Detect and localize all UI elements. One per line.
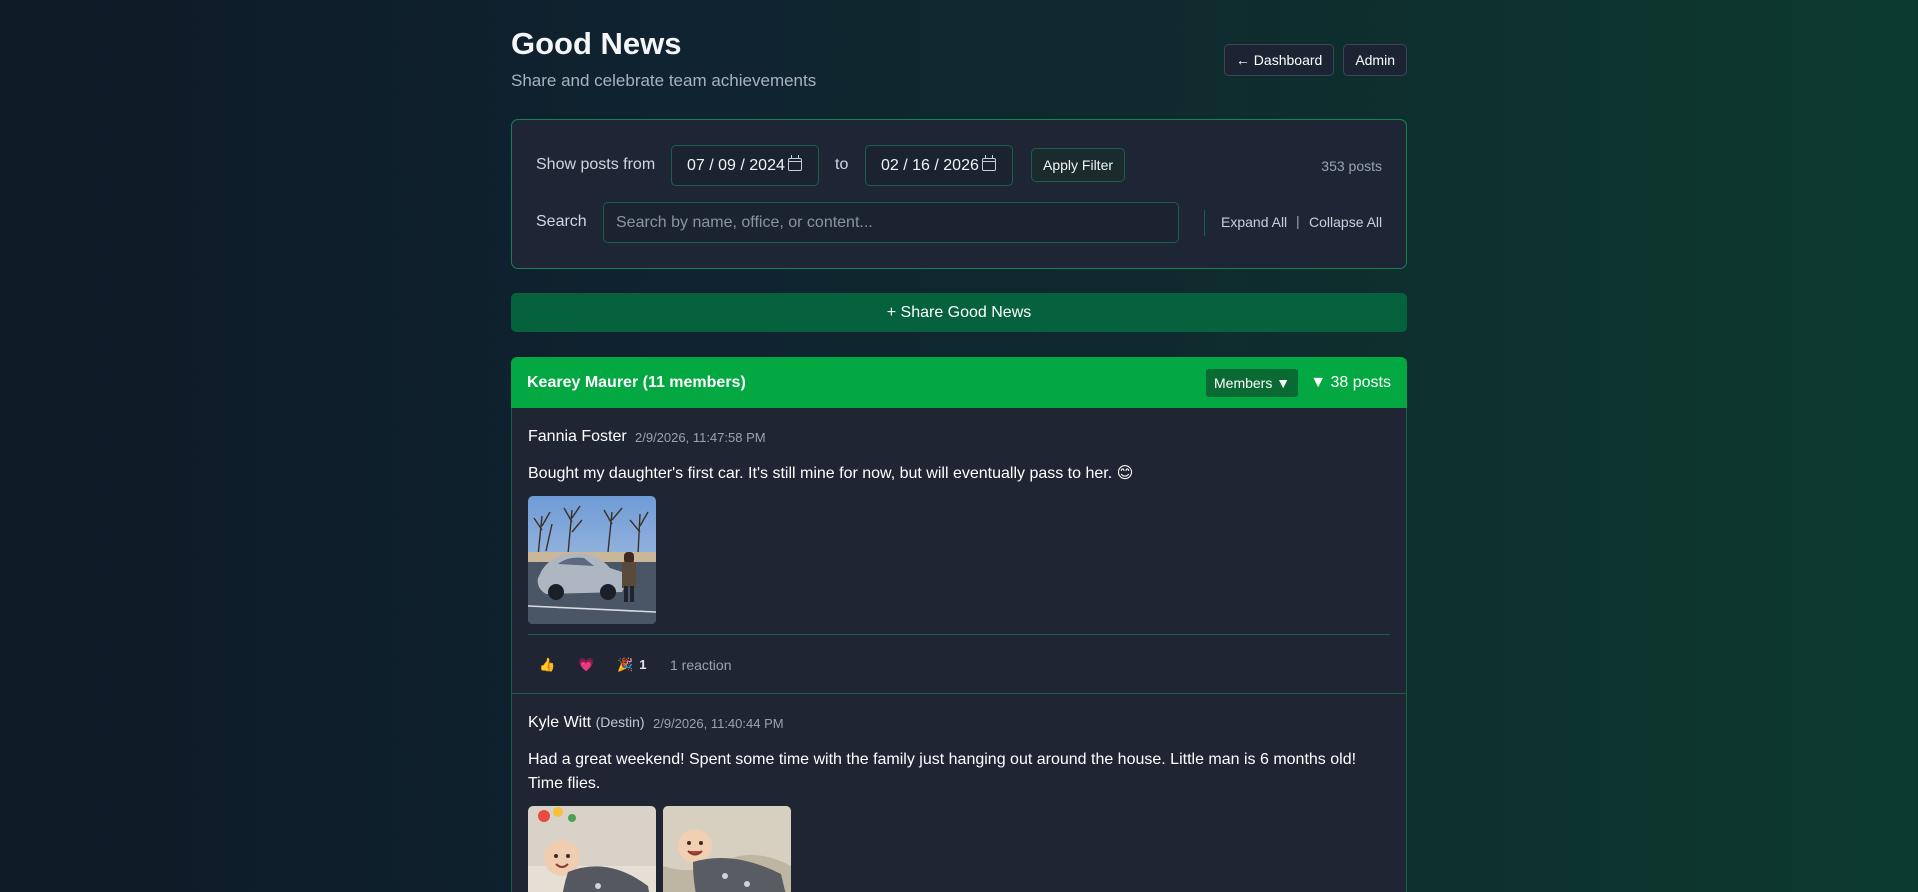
admin-button[interactable]: Admin: [1343, 44, 1407, 76]
baby-photo: [528, 806, 656, 892]
header-actions: ← Dashboard Admin: [1223, 44, 1407, 76]
group-title: Kearey Maurer (11 members): [527, 374, 746, 391]
post-timestamp: 2/9/2026, 11:40:44 PM: [653, 716, 784, 731]
date-to-label: to: [835, 156, 849, 173]
group-post-count[interactable]: ▼ 38 posts: [1310, 374, 1391, 392]
thumbs-up-icon[interactable]: 👍: [539, 657, 555, 673]
date-from-value: 07 / 09 / 2024: [687, 157, 785, 174]
group-header[interactable]: Kearey Maurer (11 members) Members ▼ ▼ 3…: [511, 357, 1407, 408]
page-subtitle: Share and celebrate team achievements: [511, 71, 817, 90]
date-to-value: 02 / 16 / 2026: [881, 157, 979, 174]
post-text: Bought my daughter's first car. It's sti…: [528, 465, 1134, 482]
reactions-divider: [528, 634, 1390, 635]
collapse-all-button[interactable]: Collapse All: [1309, 214, 1382, 230]
page-title: Good News: [511, 26, 682, 61]
post-author[interactable]: Fannia Foster: [528, 428, 627, 446]
calendar-icon[interactable]: [982, 155, 996, 171]
post-image[interactable]: [528, 806, 656, 892]
car-photo: [528, 496, 656, 624]
baby-photo: [663, 806, 791, 892]
link-separator: |: [1296, 213, 1300, 229]
search-label: Search: [536, 213, 587, 230]
expand-all-button[interactable]: Expand All: [1221, 214, 1287, 230]
post-image[interactable]: [528, 496, 656, 624]
party-reaction-button[interactable]: 🎉 1: [617, 657, 646, 673]
party-icon: 🎉: [617, 657, 634, 672]
heart-icon[interactable]: 💗: [578, 657, 594, 673]
post-text: Had a great weekend! Spent some time wit…: [528, 751, 1357, 792]
post-image[interactable]: [663, 806, 791, 892]
divider: [1204, 210, 1205, 236]
post-count: 353 posts: [1321, 158, 1382, 174]
share-good-news-button[interactable]: + Share Good News: [511, 293, 1407, 332]
post-group: Kearey Maurer (11 members) Members ▼ ▼ 3…: [511, 357, 1407, 892]
page-container: Good News Share and celebrate team achie…: [511, 0, 1407, 892]
page-header: Good News Share and celebrate team achie…: [511, 0, 1407, 112]
reaction-count: 1: [639, 657, 647, 672]
dashboard-button[interactable]: ← Dashboard: [1223, 44, 1335, 76]
date-from-label: Show posts from: [536, 156, 656, 173]
post-separator: [512, 693, 1406, 694]
date-to-input[interactable]: 02 / 16 / 2026: [865, 145, 1013, 186]
post-timestamp: 2/9/2026, 11:47:58 PM: [635, 430, 766, 445]
date-from-input[interactable]: 07 / 09 / 2024: [671, 145, 819, 186]
reaction-total: 1 reaction: [670, 657, 732, 673]
post-author-line: Kyle Witt (Destin): [528, 714, 645, 732]
filter-panel: Show posts from 07 / 09 / 2024 to 02 / 1…: [511, 119, 1407, 269]
apply-filter-button[interactable]: Apply Filter: [1031, 148, 1126, 182]
calendar-icon[interactable]: [788, 155, 802, 171]
search-input[interactable]: [603, 202, 1179, 243]
post-office: (Destin): [595, 714, 645, 730]
post-author[interactable]: Kyle Witt: [528, 714, 591, 731]
members-dropdown-button[interactable]: Members ▼: [1206, 369, 1299, 397]
group-body: Fannia Foster 2/9/2026, 11:47:58 PM Boug…: [511, 408, 1407, 892]
